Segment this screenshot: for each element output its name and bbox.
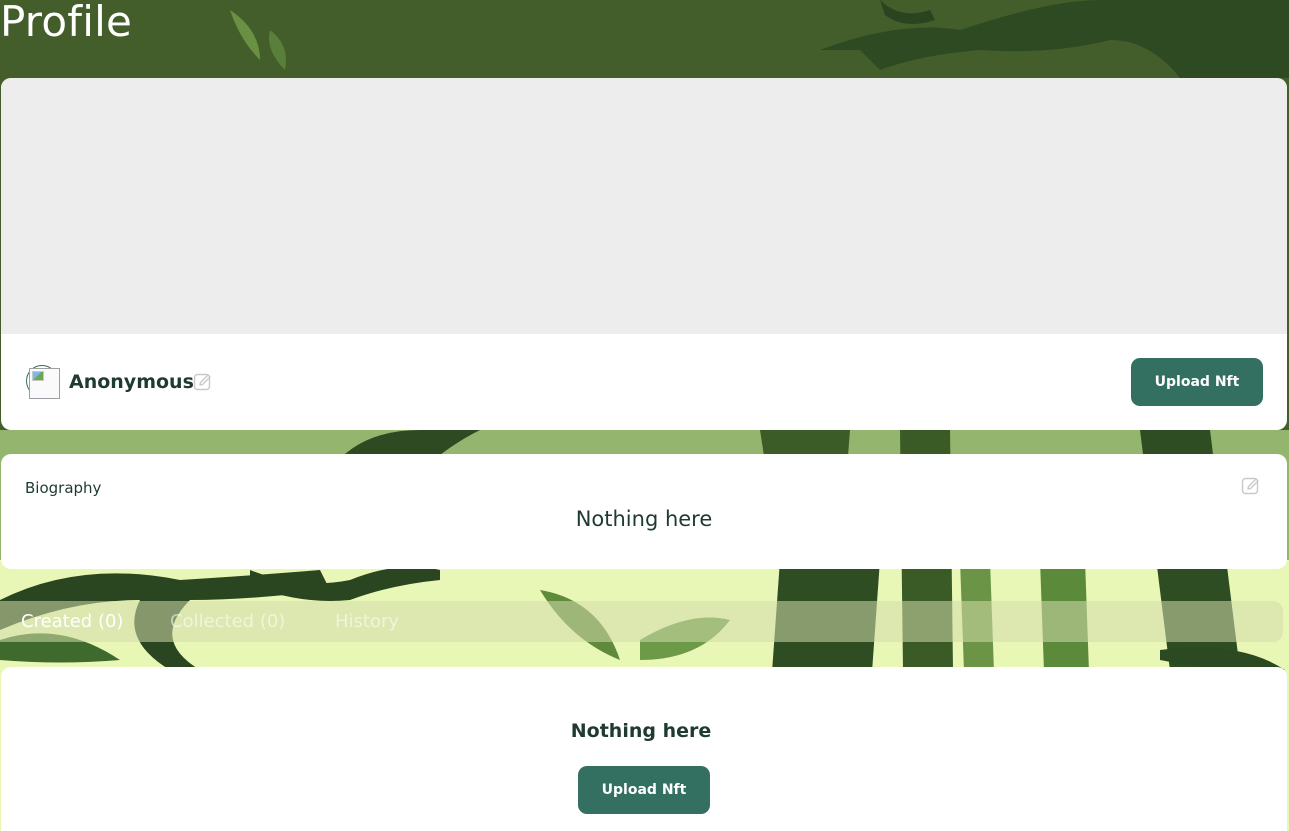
created-content-card: Nothing here Upload Nft bbox=[1, 667, 1287, 831]
content-empty-text: Nothing here bbox=[570, 720, 712, 742]
page-title: Profile bbox=[0, 0, 132, 46]
tab-collected[interactable]: Collected (0) bbox=[170, 608, 285, 636]
edit-icon[interactable] bbox=[193, 372, 213, 392]
username: Anonymous bbox=[69, 371, 194, 393]
biography-label: Biography bbox=[25, 479, 102, 497]
upload-nft-button-secondary[interactable]: Upload Nft bbox=[578, 766, 710, 814]
avatar[interactable] bbox=[26, 365, 60, 399]
tab-history[interactable]: History bbox=[335, 608, 399, 636]
tab-created[interactable]: Created (0) bbox=[21, 608, 123, 636]
broken-image-icon bbox=[29, 368, 60, 399]
biography-card: Biography Nothing here bbox=[1, 454, 1287, 569]
profile-card: Anonymous Upload Nft bbox=[1, 78, 1287, 430]
upload-nft-button[interactable]: Upload Nft bbox=[1131, 358, 1263, 406]
biography-empty-text: Nothing here bbox=[575, 507, 713, 531]
profile-banner[interactable] bbox=[1, 78, 1287, 334]
edit-biography-icon[interactable] bbox=[1241, 476, 1261, 496]
